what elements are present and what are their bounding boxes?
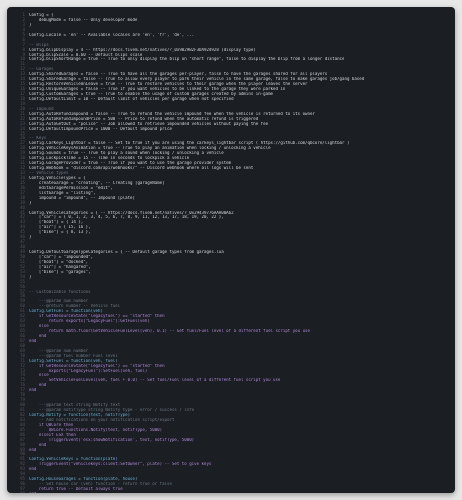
code-text: debugMode = false -- Only developer mode [29, 17, 138, 22]
code-text: return true -- Default always true [29, 487, 123, 491]
code-text: } [29, 22, 32, 27]
code-text: Config.DefaultLimit = 10 -- Default limi… [29, 96, 234, 101]
code-text: end [29, 492, 36, 493]
code-text: end [29, 338, 37, 343]
code-text: Config.blipShortRange = true -- True to … [29, 57, 345, 62]
code-text: TriggerEvent('esx:showNotification', tex… [29, 437, 195, 442]
code-text: SetVehicleFuelLevel(veh, fuel + 0.0) -- … [29, 378, 281, 383]
code-text: end [29, 388, 37, 393]
code-text: Config.DefaultImpoundPrice = 1000 -- Def… [29, 126, 172, 131]
line-number: 98 [7, 491, 29, 493]
code-text: end [29, 447, 37, 452]
code-text: } [29, 274, 32, 279]
code-text: TriggerEvent("vehiclekeys:client:SetOwne… [29, 462, 212, 467]
code-text: } [29, 200, 32, 205]
code-editor[interactable]: 1 Config = {2 debugMode = false -- Only d… [7, 9, 455, 493]
code-text: impound = "impound", -- Impound [plate] [29, 195, 135, 200]
code-text: -- Customizable functions [29, 289, 91, 294]
code-line[interactable]: 98end [7, 491, 455, 493]
code-text: Config.Locale = 'en' -- Available locale… [29, 32, 195, 37]
code-text: } [29, 235, 32, 240]
code-text: ["bike"] = { 8, 13 }, [29, 230, 91, 235]
code-editor-window: 1 Config = {2 debugMode = false -- Only d… [7, 7, 455, 493]
code-text: return math.floor(GetVehicleFuelLevel(ve… [29, 329, 310, 333]
code-text: ["bike"] = "garages", [29, 269, 91, 274]
code-text: end [29, 467, 37, 472]
